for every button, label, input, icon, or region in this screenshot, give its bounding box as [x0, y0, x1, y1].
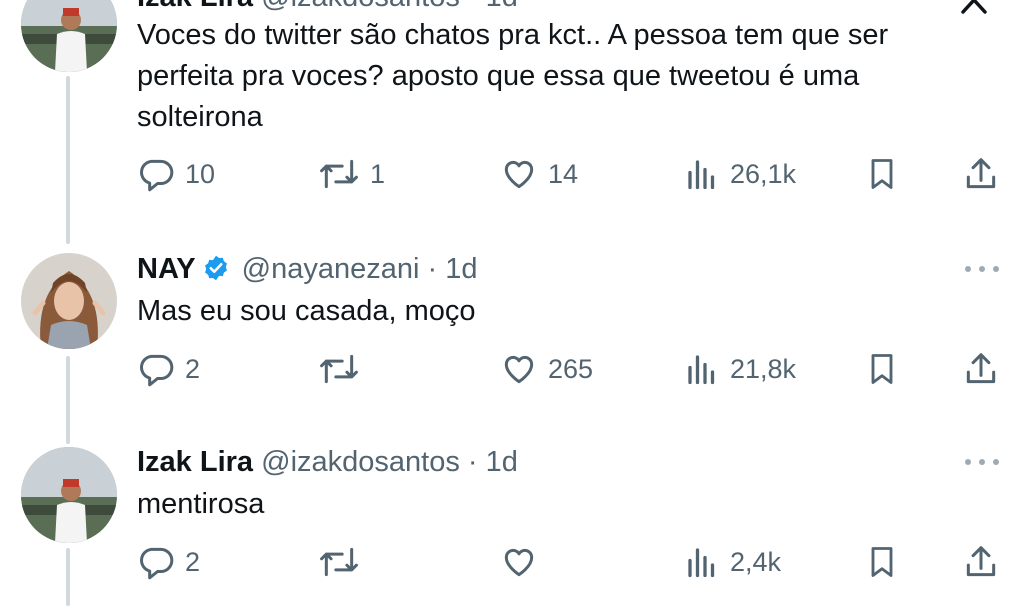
action-bar: 10 1 14 26,1k: [0, 154, 1024, 194]
bookmark-icon: [871, 547, 893, 577]
retweet-button[interactable]: [318, 349, 370, 389]
heart-icon: [504, 548, 534, 577]
share-icon: [966, 158, 996, 189]
reply-icon: [140, 547, 174, 580]
author-name[interactable]: Izak Lira: [137, 446, 253, 478]
author-name[interactable]: Izak Lira: [137, 0, 253, 13]
views-count: 21,8k: [730, 353, 797, 384]
verified-badge-icon: [204, 255, 227, 281]
reply-count: 2: [185, 546, 201, 577]
reply-icon: [140, 354, 174, 387]
reply-button[interactable]: 10: [137, 154, 215, 194]
tweet-header: Izak Lira @izakdosantos · 1d: [137, 0, 518, 14]
heart-icon: [504, 160, 534, 189]
bookmark-button[interactable]: [864, 349, 900, 389]
like-button[interactable]: 265: [500, 349, 593, 389]
like-count: 14: [548, 158, 579, 189]
reply-button[interactable]: 2: [137, 542, 200, 582]
bookmark-icon: [871, 354, 893, 384]
retweet-icon: [320, 547, 358, 577]
views-count: 26,1k: [730, 158, 797, 189]
bookmark-icon: [871, 159, 893, 189]
tweet-text: mentirosa: [137, 488, 265, 520]
tweet-header: NAY @nayanezani · 1d: [137, 252, 477, 286]
views-button[interactable]: 26,1k: [684, 154, 796, 194]
retweet-count: 1: [370, 158, 386, 189]
reply-button[interactable]: 2: [137, 349, 200, 389]
views-icon: [688, 160, 715, 190]
author-handle[interactable]: @izakdosantos: [261, 446, 460, 478]
tweet-text: Mas eu sou casada, moço: [137, 295, 476, 327]
bookmark-button[interactable]: [864, 154, 900, 194]
views-icon: [688, 355, 715, 385]
share-icon: [966, 546, 996, 577]
timestamp[interactable]: · 1d: [468, 446, 518, 478]
retweet-icon: [320, 159, 358, 189]
avatar[interactable]: [21, 253, 117, 349]
views-button[interactable]: 2,4k: [684, 542, 781, 582]
views-button[interactable]: 21,8k: [684, 349, 796, 389]
tweet-text: Voces do twitter são chatos pra kct.. A …: [137, 19, 889, 133]
timestamp[interactable]: · 1d: [427, 253, 477, 285]
tweet[interactable]: Izak Lira @izakdosantos · 1d Voces do tw…: [0, 0, 1024, 210]
more-icon[interactable]: [965, 264, 1001, 274]
action-bar: 2 265 21,8k: [0, 349, 1024, 389]
share-button[interactable]: [962, 542, 1000, 582]
reply-icon: [140, 159, 174, 192]
more-icon[interactable]: [965, 457, 1001, 467]
author-name[interactable]: NAY: [137, 253, 196, 285]
action-bar: 2 2,4k: [0, 542, 1024, 582]
retweet-button[interactable]: 1: [318, 154, 385, 194]
like-button[interactable]: 14: [500, 154, 578, 194]
tweet-header: Izak Lira @izakdosantos · 1d: [137, 445, 518, 479]
bookmark-button[interactable]: [864, 542, 900, 582]
share-icon: [966, 353, 996, 384]
author-handle[interactable]: @nayanezani: [242, 253, 420, 285]
retweet-button[interactable]: [318, 542, 370, 582]
avatar[interactable]: [21, 447, 117, 543]
views-count: 2,4k: [730, 546, 782, 577]
reply-count: 10: [185, 158, 216, 189]
reply-count: 2: [185, 353, 201, 384]
retweet-icon: [320, 354, 358, 384]
like-count: 265: [548, 353, 594, 384]
views-icon: [688, 548, 715, 578]
tweet[interactable]: Izak Lira @izakdosantos · 1d mentirosa 2…: [0, 0, 1024, 580]
timestamp[interactable]: · 1d: [468, 0, 518, 13]
author-handle[interactable]: @izakdosantos: [261, 0, 460, 13]
avatar[interactable]: [21, 0, 117, 72]
heart-icon: [504, 355, 534, 384]
like-button[interactable]: [500, 542, 548, 582]
share-button[interactable]: [962, 349, 1000, 389]
share-button[interactable]: [962, 154, 1000, 194]
